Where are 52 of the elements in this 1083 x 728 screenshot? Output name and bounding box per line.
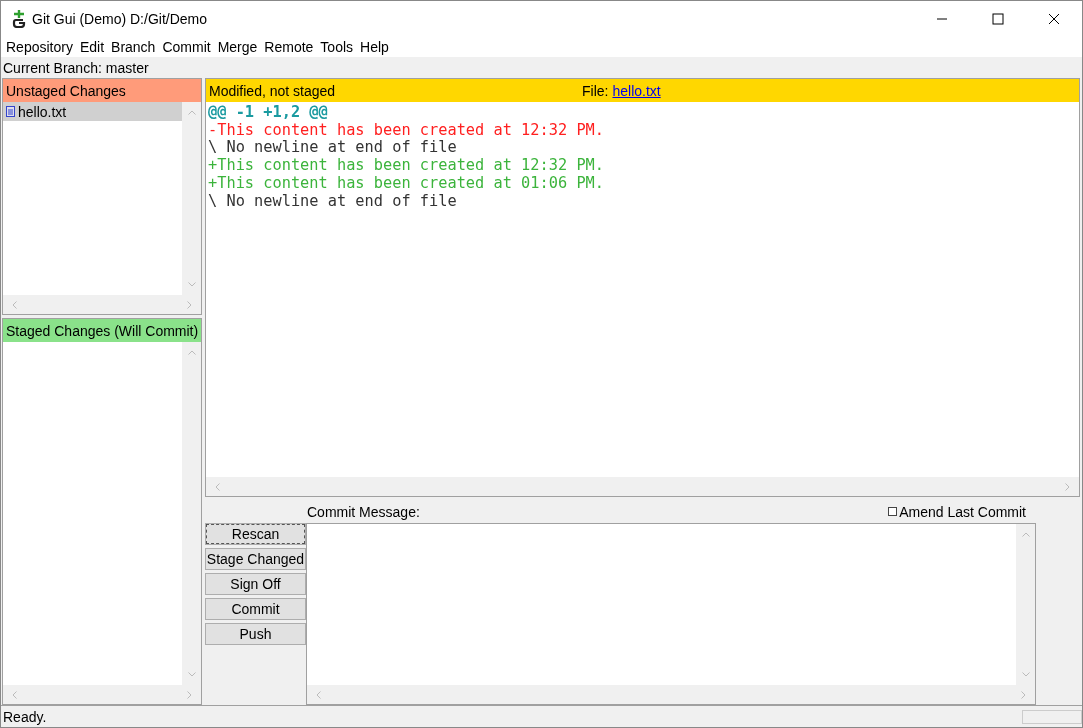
action-button[interactable]: Commit — [205, 598, 306, 620]
action-button[interactable]: Sign Off — [205, 573, 306, 595]
close-icon[interactable] — [1048, 12, 1060, 25]
maximize-icon[interactable] — [992, 12, 1004, 25]
down-chevron-icon[interactable] — [187, 672, 196, 677]
diff-line: +This content has been created at 01:06 PM. — [208, 174, 604, 193]
right-chevron-icon[interactable] — [187, 300, 192, 309]
diff-line: +This content has been created at 12:32 PM. — [208, 157, 604, 175]
right-chevron-icon[interactable] — [187, 690, 192, 699]
left-chevron-icon[interactable] — [12, 690, 17, 699]
left-chevron-icon[interactable] — [12, 300, 17, 309]
branch-label: Current Branch: — [3, 59, 102, 76]
diff-line: @@ -1 +1,2 @@ — [208, 104, 329, 122]
action-button[interactable]: Push — [205, 623, 306, 645]
action-button[interactable]: Stage Changed — [205, 548, 306, 570]
app-logo-icon — [12, 9, 26, 28]
right-chevron-icon[interactable] — [1021, 690, 1026, 699]
menu-item[interactable]: Remote — [264, 38, 314, 55]
diff-line: \ No newline at end of file — [208, 139, 458, 158]
up-chevron-icon[interactable] — [1021, 532, 1030, 537]
diff-line: \ No newline at end of file — [208, 192, 458, 211]
file-item[interactable]: hello.txt — [3, 102, 182, 121]
menu-item[interactable]: Merge — [217, 38, 258, 55]
window-title: Git Gui (Demo) D:/Git/Demo — [32, 10, 208, 27]
staged-header: Staged Changes (Will Commit) — [3, 319, 201, 342]
up-chevron-icon[interactable] — [187, 110, 196, 115]
menu-item[interactable]: Tools — [320, 38, 354, 55]
amend-checkbox[interactable]: Amend Last Commit — [888, 503, 1026, 520]
diff-status: Modified, not staged — [209, 82, 337, 99]
left-chevron-icon[interactable] — [316, 690, 321, 699]
down-chevron-icon[interactable] — [1021, 672, 1030, 677]
menu-item[interactable]: Edit — [79, 38, 105, 55]
menu-item[interactable]: Commit — [162, 38, 211, 55]
checkbox[interactable] — [888, 507, 898, 516]
branch-name: master — [105, 59, 149, 76]
status-text: Ready. — [3, 708, 47, 725]
unstaged-header: Unstaged Changes — [3, 79, 201, 102]
right-chevron-icon[interactable] — [1065, 482, 1070, 491]
left-chevron-icon[interactable] — [215, 482, 220, 491]
status-progress-box — [1022, 709, 1082, 724]
file-link[interactable]: hello.txt — [612, 82, 661, 99]
down-chevron-icon[interactable] — [187, 282, 196, 287]
commit-message-label: Commit Message: — [307, 503, 420, 520]
menu-item[interactable]: Branch — [111, 38, 156, 55]
file-label: File: — [582, 82, 609, 99]
up-chevron-icon[interactable] — [187, 350, 196, 355]
menu-item[interactable]: Help — [360, 38, 389, 55]
commit-message-field[interactable] — [306, 523, 1036, 705]
menu-item[interactable]: Repository — [6, 38, 73, 55]
file-icon — [6, 106, 15, 117]
diff-line: -This content has been created at 12:32 PM. — [208, 121, 604, 140]
action-button[interactable]: Rescan — [205, 523, 306, 545]
